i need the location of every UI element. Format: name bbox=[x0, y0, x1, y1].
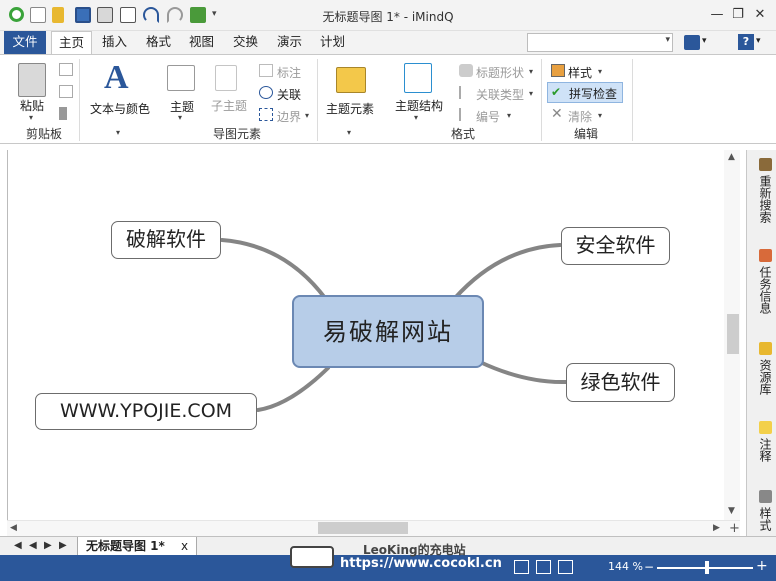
scroll-left-icon[interactable]: ◀ bbox=[10, 523, 17, 533]
sheet-tab-label: 无标题导图 1* bbox=[86, 539, 165, 553]
zoom-level: 144 % bbox=[608, 560, 643, 573]
topic-safe-software[interactable]: 安全软件 bbox=[561, 227, 670, 265]
watermark-logo bbox=[290, 546, 334, 568]
horizontal-scroll-thumb[interactable] bbox=[318, 522, 408, 534]
scroll-right-icon[interactable]: ▶ bbox=[713, 523, 720, 533]
branch-lines bbox=[220, 238, 568, 412]
library-icon bbox=[758, 342, 772, 355]
branch-bottom-right bbox=[478, 360, 568, 385]
prev-sheet-icon[interactable]: ◀ bbox=[29, 540, 37, 551]
side-tab-library[interactable]: 资源库 bbox=[748, 342, 774, 395]
watermark-url: https://www.cocokl.cn bbox=[340, 556, 502, 571]
scroll-up-icon[interactable]: ▲ bbox=[728, 152, 735, 162]
first-sheet-icon[interactable]: ◀ bbox=[14, 540, 22, 551]
next-sheet-icon[interactable]: ▶ bbox=[44, 540, 52, 551]
sheet-tab[interactable]: 无标题导图 1* x bbox=[77, 537, 198, 556]
fit-page-icon[interactable] bbox=[558, 560, 573, 574]
branch-bottom-left bbox=[256, 366, 330, 412]
side-tab-notes[interactable]: 注释 bbox=[748, 421, 774, 462]
research-icon bbox=[758, 158, 772, 171]
notes-icon bbox=[758, 421, 772, 434]
branch-top-right bbox=[453, 243, 562, 300]
side-tab-research[interactable]: 重新搜索 bbox=[748, 158, 774, 223]
zoom-slider-thumb[interactable] bbox=[705, 561, 709, 574]
last-sheet-icon[interactable]: ▶ bbox=[59, 540, 67, 551]
scroll-down-icon[interactable]: ▼ bbox=[728, 506, 735, 516]
close-sheet-icon[interactable]: x bbox=[181, 539, 188, 553]
expand-icon[interactable]: + bbox=[729, 521, 740, 536]
topic-website-url[interactable]: WWW.YPOJIE.COM bbox=[35, 393, 257, 430]
central-topic[interactable]: 易破解网站 bbox=[292, 295, 484, 368]
status-bar: LeoKing的充电站 https://www.cocokl.cn 144 % … bbox=[0, 543, 776, 581]
topic-cracked-software[interactable]: 破解软件 bbox=[111, 221, 221, 259]
topic-green-software[interactable]: 绿色软件 bbox=[566, 363, 675, 402]
fit-map-icon[interactable] bbox=[514, 560, 529, 574]
zoom-out-icon[interactable]: − bbox=[644, 560, 654, 574]
fit-width-icon[interactable] bbox=[536, 560, 551, 574]
side-tab-styles[interactable]: 样式 bbox=[748, 490, 774, 531]
zoom-in-icon[interactable]: + bbox=[756, 558, 768, 574]
task-icon bbox=[758, 249, 772, 262]
branch-top-left bbox=[220, 238, 327, 300]
vertical-scroll-thumb[interactable] bbox=[727, 314, 739, 354]
styles-icon bbox=[758, 490, 772, 503]
side-tab-task-info[interactable]: 任务信息 bbox=[748, 249, 774, 314]
